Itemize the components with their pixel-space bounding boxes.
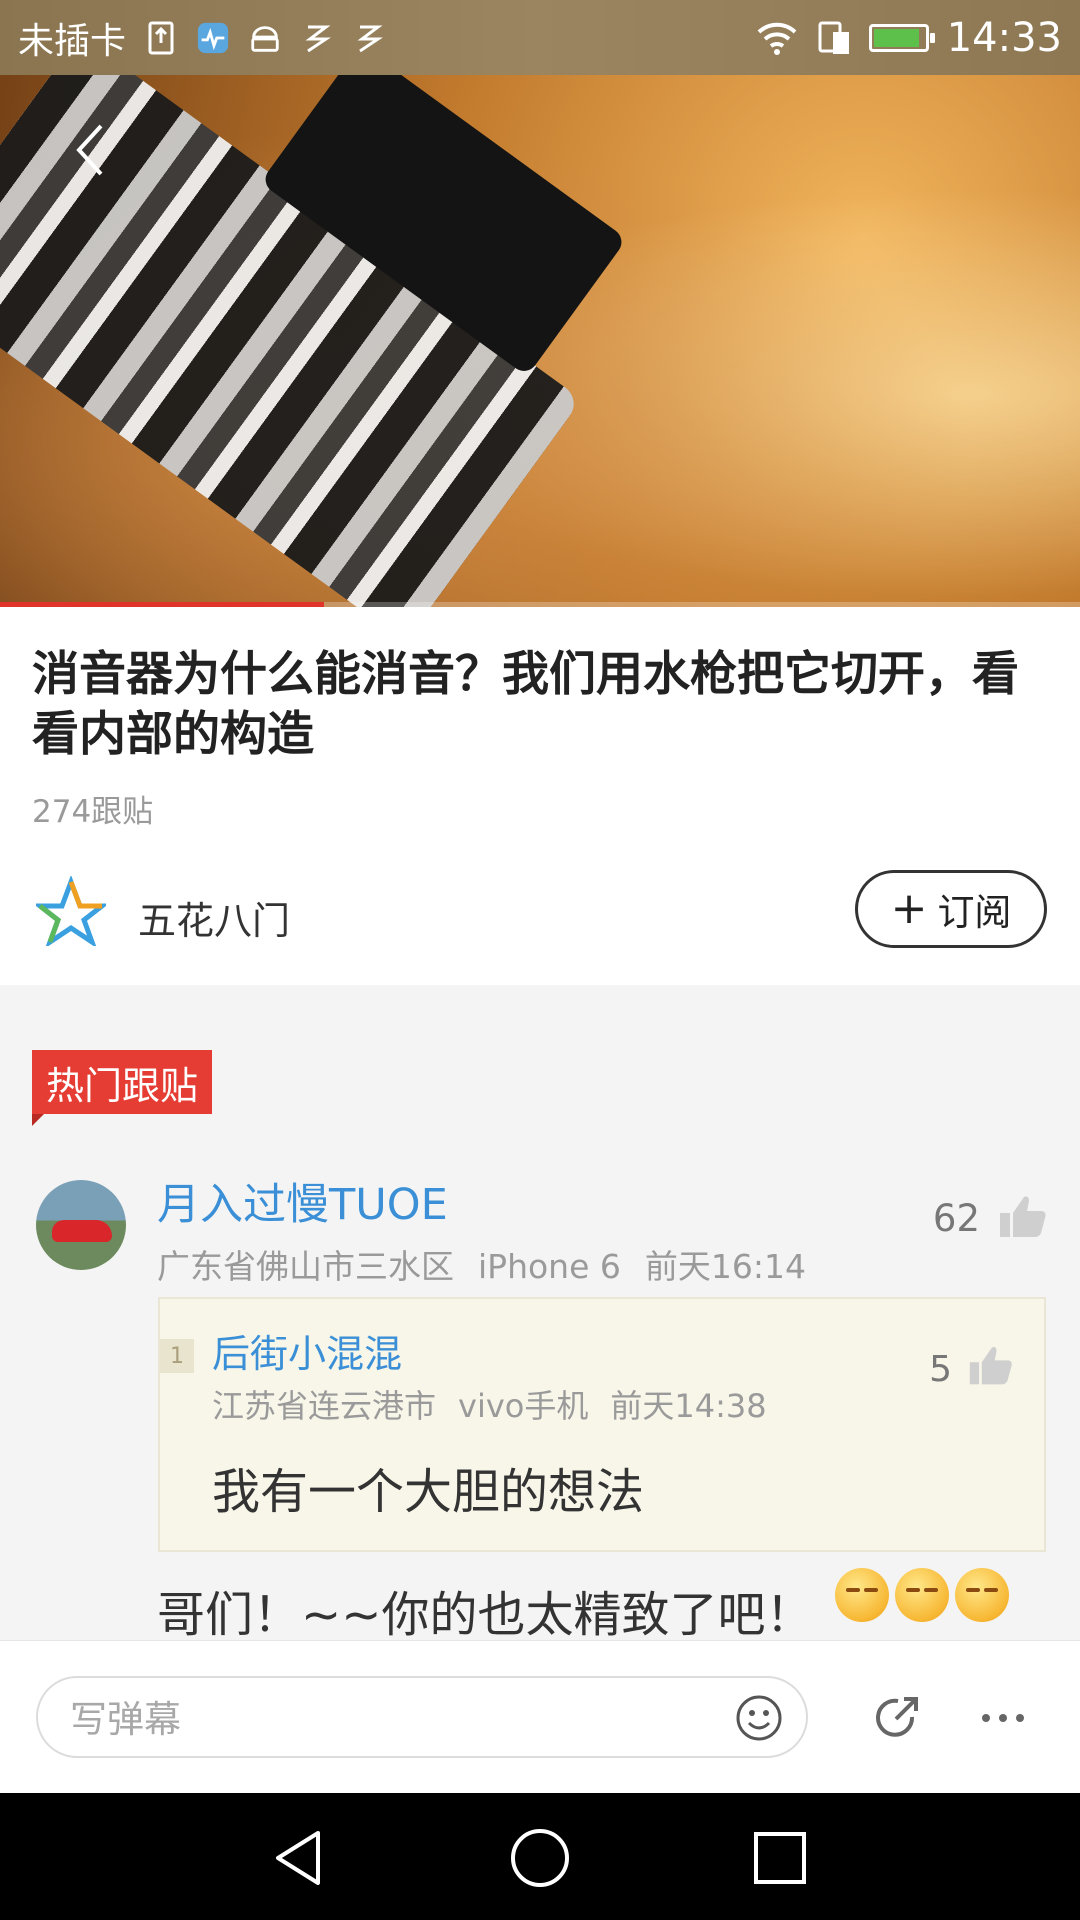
thumbs-up-icon[interactable] [968,1343,1014,1387]
quote-device: vivo手机 [458,1387,589,1425]
blush-emoji-icon [955,1568,1009,1622]
car-icon [52,1220,112,1242]
comment-username[interactable]: 月入过慢TUOE [157,1170,448,1232]
battery-icon [868,23,935,52]
clock: 14:33 [946,14,1062,61]
chevron-left-icon [76,124,103,176]
comment-device: iPhone 6 [478,1247,621,1286]
quote-like-count: 5 [929,1349,952,1390]
comments-section: 热门跟贴 月入过慢TUOE 广东省佛山市三水区 iPhone 6 前天16:14 6… [0,985,1080,1640]
nav-recents-icon[interactable] [745,1823,815,1893]
comment-body: 哥们！~~你的也太精致了吧！ [157,1587,814,1640]
follow-count[interactable]: 274跟贴 [32,786,153,831]
sim-icon [144,18,178,58]
bottom-input-bar [0,1640,1080,1794]
system-nav-bar [0,1793,1080,1920]
subscribe-label: 订阅 [937,891,1012,934]
quote-body: 我有一个大胆的想法 [212,1464,645,1520]
quote-username[interactable]: 后街小混混 [212,1323,402,1378]
smiley-icon[interactable] [734,1693,784,1743]
status-bar: 未插卡 14:33 [0,0,1080,75]
comment-time: 前天16:14 [644,1247,806,1286]
nav-back-icon[interactable] [264,1823,334,1893]
nav-home-icon[interactable] [505,1823,575,1893]
quote-location: 江苏省连云港市 [212,1387,437,1425]
video-progress-fill [0,602,324,607]
carrier-label: 未插卡 [18,20,127,62]
plus-icon: + [890,883,928,934]
more-dots-icon [982,1714,1024,1722]
blush-emoji-icon [835,1568,889,1622]
app-icon [352,18,386,58]
comment-like-count: 62 [932,1197,980,1240]
emoji-row [835,1568,1009,1622]
source-logo-icon[interactable] [32,874,110,949]
back-button[interactable] [60,115,120,185]
thumbs-up-icon[interactable] [998,1193,1048,1239]
danmaku-input[interactable] [68,1690,712,1748]
wifi-icon [755,18,799,58]
video-progress-bar[interactable] [0,602,1080,607]
source-name[interactable]: 五花八门 [138,890,290,945]
danmaku-input-box[interactable] [36,1676,808,1758]
quote-floor-index: 1 [160,1339,194,1373]
sim-data-icon [817,18,851,58]
comment-meta: 广东省佛山市三水区 iPhone 6 前天16:14 [157,1240,830,1288]
app-icon [300,18,334,58]
android-icon [248,18,282,58]
article-title: 消音器为什么能消音？我们用水枪把它切开，看看内部的构造 [32,647,1019,762]
comment-location: 广东省佛山市三水区 [157,1247,454,1286]
avatar[interactable] [36,1180,126,1270]
hot-comments-tag: 热门跟贴 [32,1050,213,1126]
blush-emoji-icon [895,1568,949,1622]
share-icon[interactable] [872,1693,922,1743]
quote-time: 前天14:38 [610,1387,767,1425]
video-player[interactable] [0,75,1080,607]
quoted-comment[interactable]: 1 后街小混混 江苏省连云港市 vivo手机 前天14:38 5 我有一个大胆的想法 [158,1297,1046,1552]
subscribe-button[interactable]: + 订阅 [855,870,1047,948]
source-row: 五花八门 + 订阅 [0,858,1080,988]
more-button[interactable] [978,1693,1028,1743]
quote-meta: 江苏省连云港市 vivo手机 前天14:38 [212,1381,789,1427]
health-icon [196,18,230,58]
